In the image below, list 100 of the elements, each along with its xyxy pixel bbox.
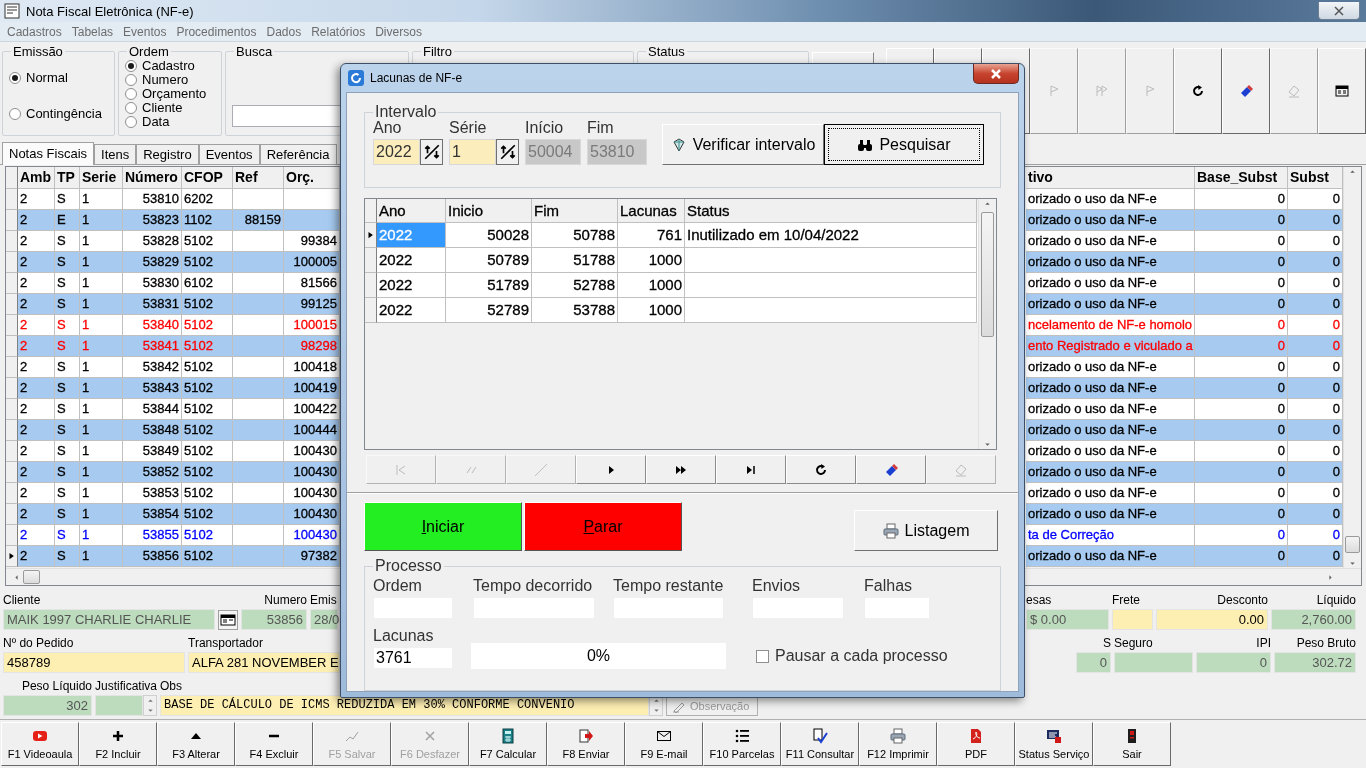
- menu-item[interactable]: Dados: [261, 24, 307, 39]
- radio-button[interactable]: [125, 116, 137, 128]
- column-header[interactable]: Serie: [80, 167, 123, 189]
- table-cell: 53843: [142, 380, 179, 395]
- toolbar-button[interactable]: F12 Imprimir: [859, 722, 937, 766]
- table-cell: 1: [82, 485, 90, 500]
- list-button[interactable]: Listagem: [854, 510, 998, 551]
- toolbar-button[interactable]: F8 Enviar: [547, 722, 625, 766]
- dialog-button[interactable]: Verificar intervalo: [662, 124, 824, 165]
- radio-button[interactable]: [125, 60, 137, 72]
- close-button[interactable]: [973, 64, 1019, 84]
- navigator-button[interactable]: [786, 455, 856, 484]
- column-header[interactable]: tivo: [1026, 167, 1195, 189]
- input-field[interactable]: ALFA 281 NOVEMBER E: [188, 652, 340, 673]
- menu-item[interactable]: Relatórios: [306, 24, 371, 39]
- menu-item[interactable]: Diversos: [370, 24, 427, 39]
- row-selector[interactable]: [6, 546, 18, 567]
- radio-button[interactable]: [125, 102, 137, 114]
- navigator-button[interactable]: [856, 455, 926, 484]
- lookup-button[interactable]: [218, 610, 238, 630]
- input-field[interactable]: 302: [3, 695, 92, 716]
- radio-button[interactable]: [125, 88, 137, 100]
- input-field[interactable]: 53856: [241, 609, 307, 630]
- spin-buttons[interactable]: [420, 139, 443, 165]
- navigator-button[interactable]: [716, 455, 786, 484]
- input-field[interactable]: MAIK 1997 CHARLIE CHARLIE: [3, 609, 215, 630]
- column-header[interactable]: Subst: [1288, 167, 1343, 189]
- action-button[interactable]: Iniciar: [364, 502, 522, 551]
- input-field[interactable]: $ 0.00: [1026, 609, 1109, 630]
- column-header[interactable]: TP: [55, 167, 80, 189]
- navigator-button[interactable]: [646, 455, 716, 484]
- close-button[interactable]: [1318, 2, 1360, 20]
- table-cell: 53844: [142, 401, 179, 416]
- toolbar-button[interactable]: Status Serviço: [1015, 722, 1093, 766]
- input-field[interactable]: 0.00: [1156, 609, 1268, 630]
- table-cell: 53849: [142, 443, 179, 458]
- radio-button[interactable]: [9, 108, 21, 120]
- column-header[interactable]: Orç.: [284, 167, 340, 189]
- input-field[interactable]: 2,760.00: [1271, 609, 1356, 630]
- column-header[interactable]: CFOP: [182, 167, 233, 189]
- scrollbar-thumb[interactable]: [981, 212, 994, 337]
- input-field[interactable]: 0: [1076, 652, 1111, 673]
- navigator-button[interactable]: [576, 455, 646, 484]
- vertical-scrollbar[interactable]: [1343, 167, 1361, 568]
- tab[interactable]: Notas Fiscais: [2, 142, 95, 165]
- toolbar-button[interactable]: F11 Consultar: [781, 722, 859, 766]
- input-field[interactable]: [1112, 609, 1153, 630]
- toolbar-button[interactable]: F2 Incluir: [79, 722, 157, 766]
- toolbar-button[interactable]: F1 Videoaula: [1, 722, 79, 766]
- toolbar-button[interactable]: PDF: [937, 722, 1015, 766]
- table-cell: 0: [1332, 275, 1340, 290]
- dialog-button[interactable]: Pesquisar: [824, 124, 984, 165]
- column-header[interactable]: Base_Subst: [1195, 167, 1288, 189]
- toolbar-button[interactable]: F9 E-mail: [625, 722, 703, 766]
- column-header[interactable]: Ref: [233, 167, 284, 189]
- table-cell: 2: [20, 527, 28, 542]
- tab[interactable]: Itens: [94, 144, 137, 164]
- menu-item[interactable]: Eventos: [118, 24, 172, 39]
- tab[interactable]: Eventos: [198, 144, 260, 164]
- menu-item[interactable]: Cadastros: [2, 24, 67, 39]
- toolbar-button[interactable]: F4 Excluir: [235, 722, 313, 766]
- radio-button[interactable]: [125, 74, 137, 86]
- input-field[interactable]: 2022: [373, 139, 420, 165]
- input-field[interactable]: 302.72: [1274, 652, 1356, 673]
- input-field[interactable]: 458789: [3, 652, 185, 673]
- column-header[interactable]: Número: [123, 167, 182, 189]
- table-cell: E: [57, 212, 66, 227]
- nav-button[interactable]: [1174, 48, 1222, 134]
- column-header[interactable]: Amb: [18, 167, 55, 189]
- menu-item[interactable]: Tabelas: [66, 24, 119, 39]
- radio-button[interactable]: [9, 72, 21, 84]
- row-selector[interactable]: [365, 223, 377, 248]
- toolbar-button[interactable]: F7 Calcular: [469, 722, 547, 766]
- envelope-icon: [656, 728, 672, 744]
- action-button[interactable]: Parar: [524, 502, 682, 551]
- table-cell: 1: [82, 401, 90, 416]
- table-cell: 53842: [142, 359, 179, 374]
- input-field[interactable]: [1114, 652, 1193, 673]
- table-cell: 100418: [293, 359, 337, 374]
- table-cell: 0: [1332, 506, 1340, 521]
- scrollbar-thumb[interactable]: [23, 570, 40, 584]
- menu-item[interactable]: Procedimentos: [171, 24, 262, 39]
- field-label: Ordem: [373, 576, 423, 596]
- input-field[interactable]: [95, 695, 143, 716]
- input-field[interactable]: 0: [1196, 652, 1271, 673]
- vertical-scrollbar[interactable]: [978, 199, 996, 449]
- checkbox[interactable]: [756, 649, 769, 663]
- field-label: Numero: [264, 593, 307, 609]
- nav-button[interactable]: [1222, 48, 1270, 134]
- toolbar-button[interactable]: Sair: [1093, 722, 1171, 766]
- tab[interactable]: Referência: [259, 144, 337, 164]
- spin-buttons[interactable]: [496, 139, 519, 165]
- table-cell: 1: [82, 380, 90, 395]
- scrollbar-thumb[interactable]: [1345, 536, 1360, 553]
- input-field[interactable]: 1: [449, 139, 496, 165]
- tab[interactable]: Registro: [136, 144, 199, 164]
- nav-button[interactable]: [1318, 48, 1366, 134]
- input-field[interactable]: 28/0: [310, 609, 338, 630]
- toolbar-button[interactable]: F10 Parcelas: [703, 722, 781, 766]
- toolbar-button[interactable]: F3 Alterar: [157, 722, 235, 766]
